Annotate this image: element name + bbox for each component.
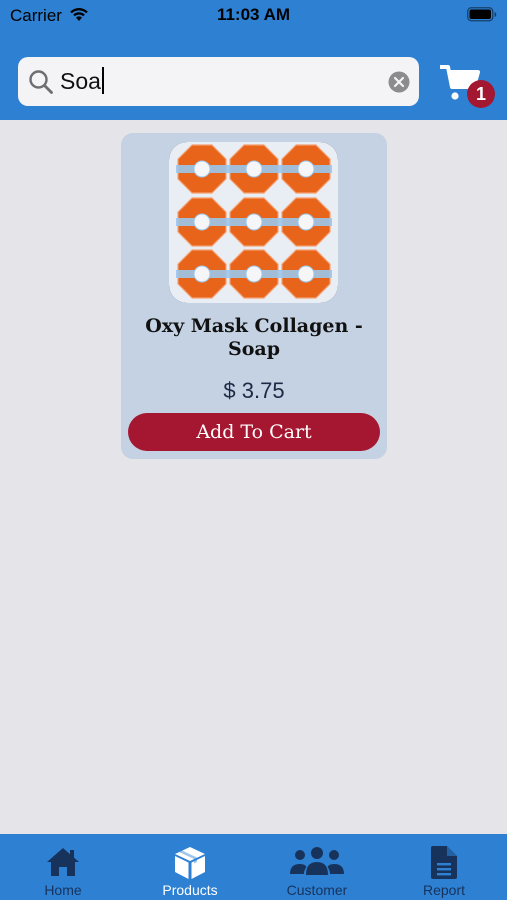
tab-home-label: Home [44,882,82,898]
soap-label [297,265,315,283]
soap-label [193,213,211,231]
clock: 11:03 AM [216,5,291,24]
cart-count-badge: 1 [467,80,495,108]
tab-report-label: Report [422,882,466,898]
tab-customer-label: Customer [286,882,348,898]
soap-photo [169,142,338,303]
soap-label [245,265,263,283]
clear-search-icon[interactable] [388,71,410,98]
soap-label [297,160,315,178]
home-icon [0,846,126,880]
product-name: Oxy Mask Collagen - Soap [145,315,363,360]
product-price: $ 3.75 [223,378,285,403]
soap-label [297,213,315,231]
cart-button[interactable]: 1 [439,60,498,112]
tab-customer[interactable]: Customer [254,834,380,900]
status-bar: Carrier 11:03 AM [0,0,507,32]
soap-grid [176,144,332,299]
people-icon [254,846,380,880]
battery-icon [467,7,497,27]
search-bar[interactable]: Soa [18,57,419,106]
soap-label [193,160,211,178]
soap-label [245,160,263,178]
soap-label [193,265,211,283]
text-caret [101,67,104,94]
document-icon [381,846,507,880]
add-to-cart-button[interactable]: Add To Cart [128,413,380,451]
box-icon [127,846,253,880]
search-icon [28,69,54,100]
tab-home[interactable]: Home [0,834,126,900]
tab-report[interactable]: Report [381,834,507,900]
tab-bar: Home Products Customer Report [0,834,507,900]
header: Carrier 11:03 AM Soa 1 [0,0,507,120]
tab-products[interactable]: Products [127,834,253,900]
search-input[interactable]: Soa [60,67,104,95]
product-card[interactable]: Oxy Mask Collagen - Soap $ 3.75 Add To C… [121,133,387,459]
tab-products-label: Products [162,882,218,898]
soap-label [245,213,263,231]
product-image[interactable] [169,142,338,303]
